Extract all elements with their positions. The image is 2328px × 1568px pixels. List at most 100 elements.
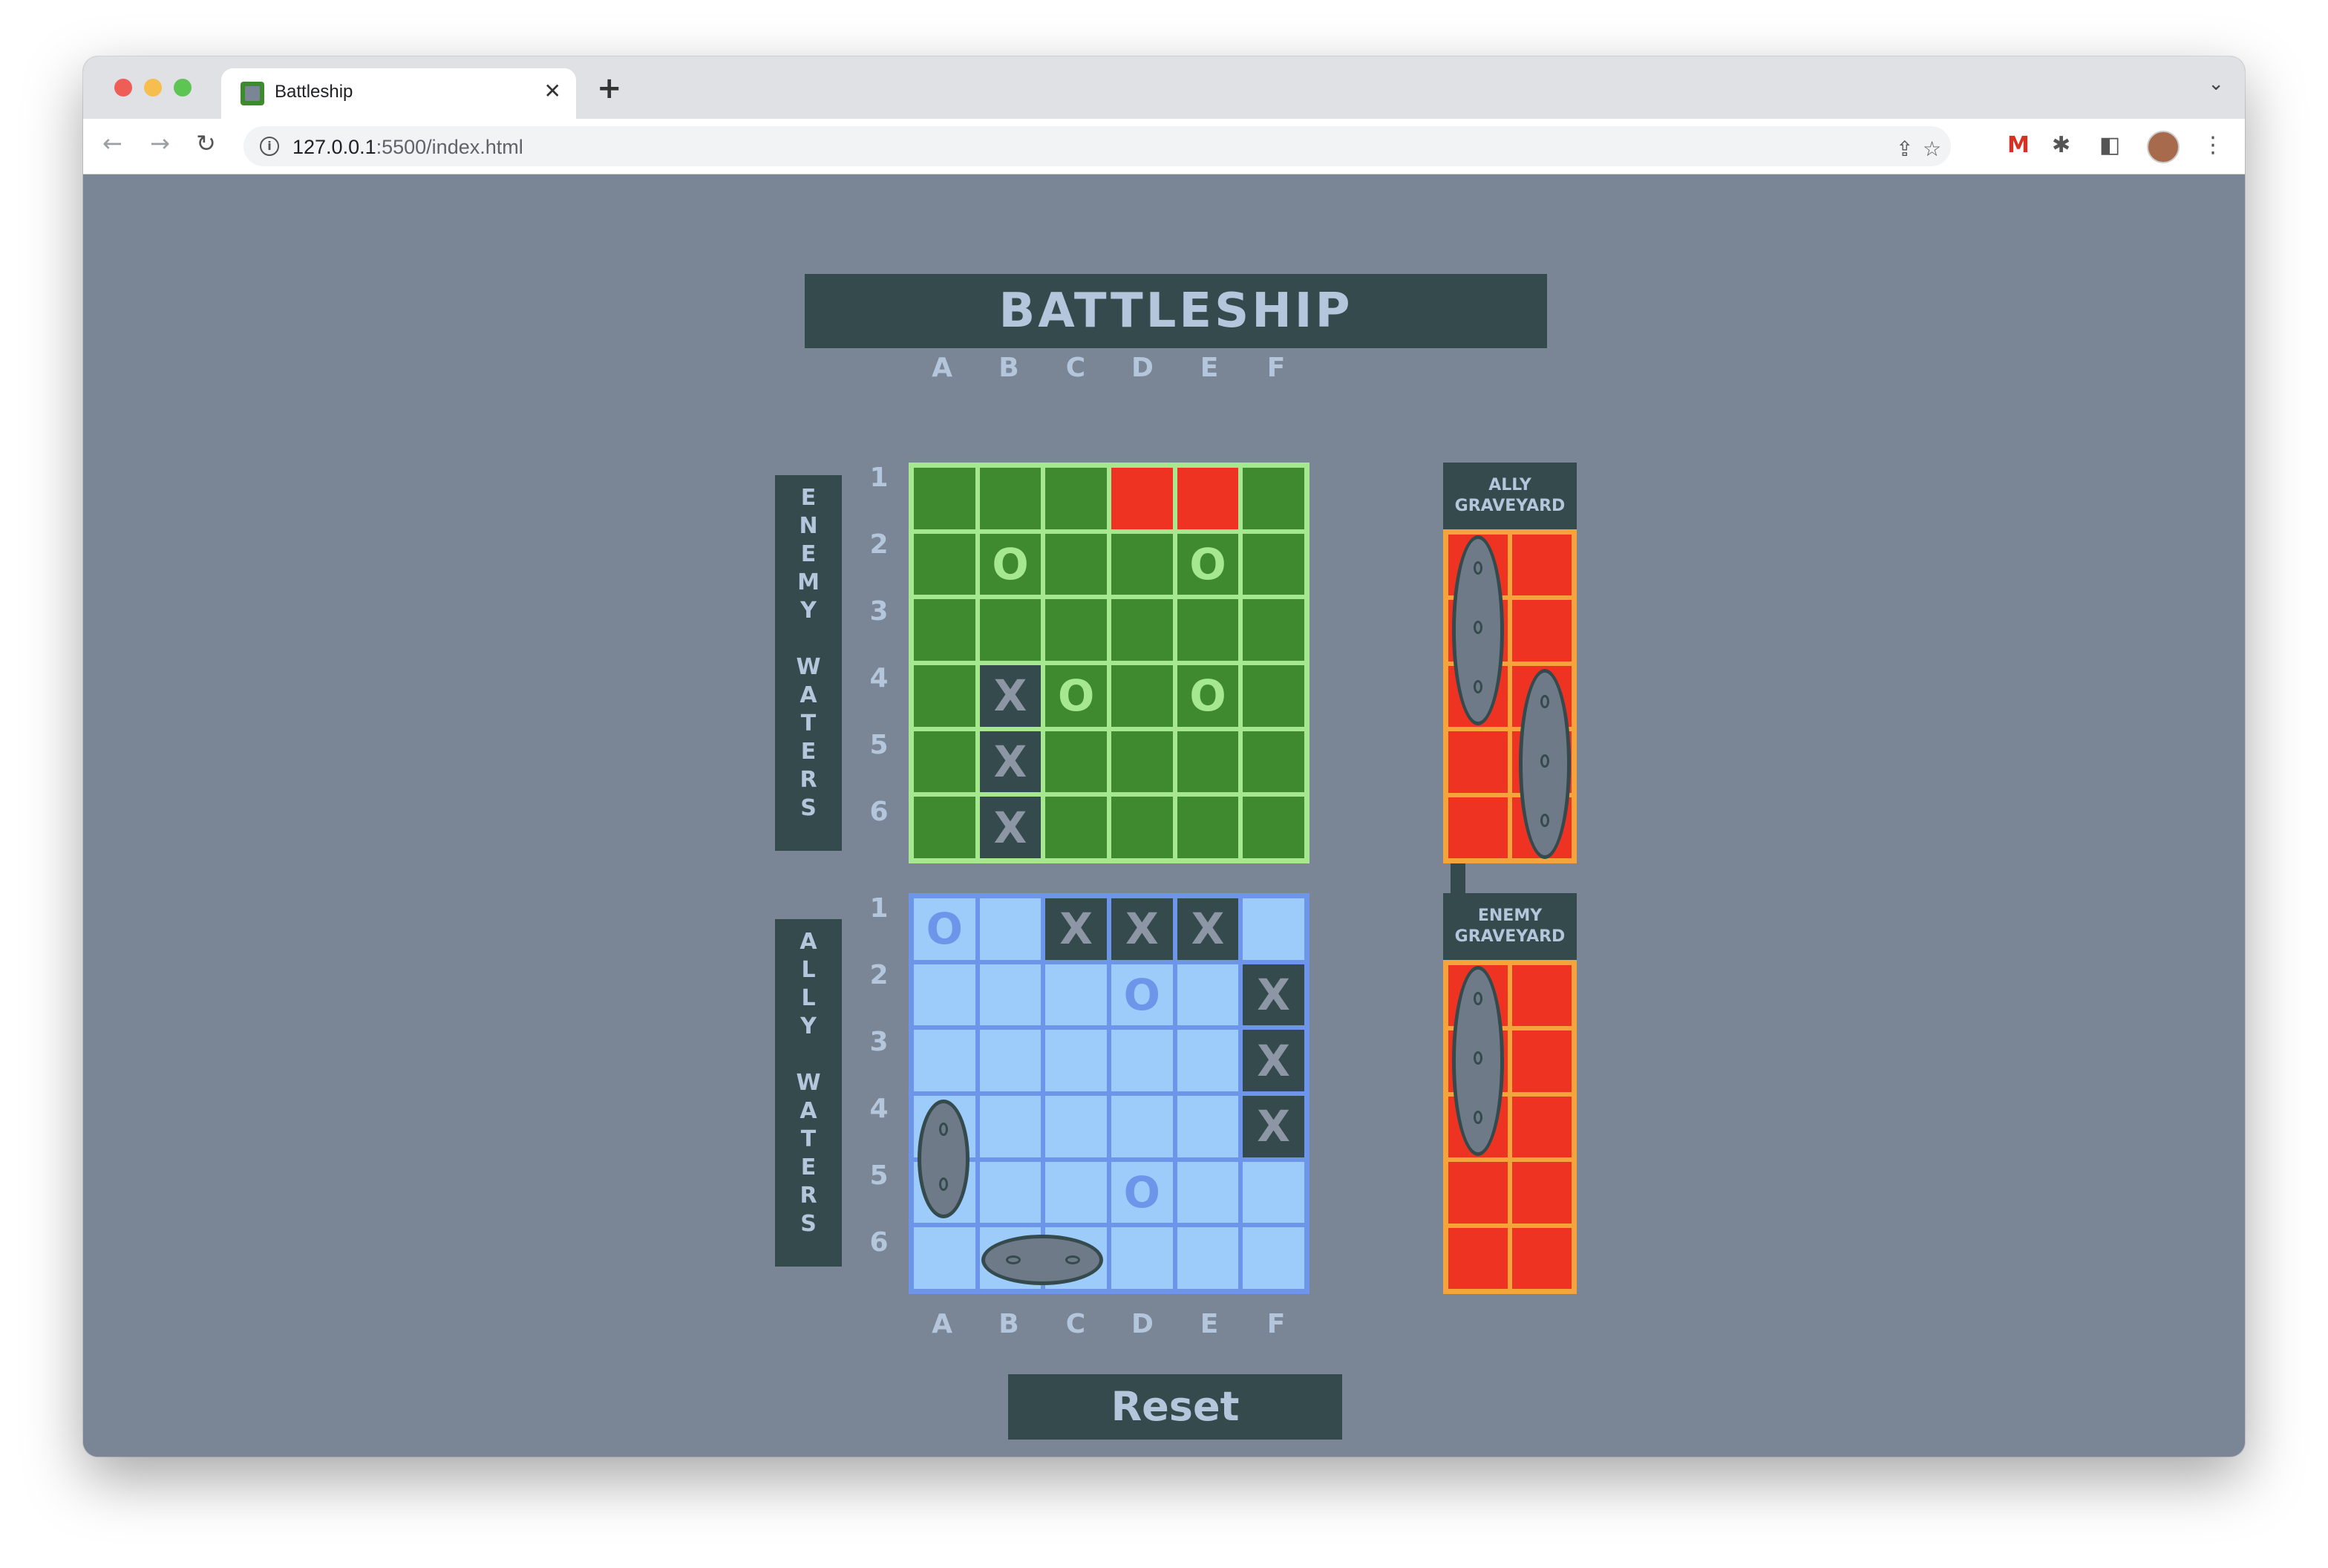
menu-kebab-icon[interactable]: ⋮ xyxy=(2202,132,2224,158)
minimize-window-button[interactable] xyxy=(144,79,162,97)
grid-cell-e5[interactable] xyxy=(1174,728,1241,795)
grid-cell-b3[interactable] xyxy=(977,597,1044,663)
grid-cell-a1[interactable]: O xyxy=(912,896,978,962)
grid-cell-a6[interactable] xyxy=(912,1225,978,1291)
grid-cell-d6[interactable] xyxy=(1108,1225,1175,1291)
grid-cell-d1[interactable]: X xyxy=(1108,896,1175,962)
grid-cell-a5[interactable] xyxy=(912,728,978,795)
grid-cell-d4[interactable] xyxy=(1108,1093,1175,1160)
grid-cell-d2[interactable]: O xyxy=(1108,961,1175,1028)
grid-cell-e1[interactable]: X xyxy=(1174,896,1241,962)
hit-mark: X xyxy=(993,736,1027,787)
grid-cell-c2[interactable] xyxy=(1043,531,1109,598)
reset-button[interactable]: Reset xyxy=(1008,1374,1342,1440)
tab-battleship[interactable]: Battleship ✕ xyxy=(221,68,576,119)
grid-cell-a1[interactable] xyxy=(912,466,978,532)
ship-hole xyxy=(1474,621,1482,634)
sidebar-icon[interactable]: ◧ xyxy=(2099,132,2120,158)
grid-cell-f5[interactable] xyxy=(1240,728,1307,795)
grid-cell-f6[interactable] xyxy=(1240,794,1307,860)
grid-cell-c3[interactable] xyxy=(1043,597,1109,663)
grid-cell-d5[interactable]: O xyxy=(1108,1159,1175,1226)
grid-cell-c3[interactable] xyxy=(1043,1028,1109,1094)
grid-cell-b5[interactable] xyxy=(977,1159,1044,1226)
grid-cell-e2[interactable] xyxy=(1174,961,1241,1028)
reload-icon[interactable]: ↻ xyxy=(196,129,216,157)
grid-cell-b2[interactable]: O xyxy=(977,531,1044,598)
grid-cell-b1[interactable] xyxy=(977,466,1044,532)
grid-cell-f4[interactable]: X xyxy=(1240,1093,1307,1160)
grid-cell-f3[interactable] xyxy=(1240,597,1307,663)
grid-cell-c1[interactable] xyxy=(1043,466,1109,532)
grid-cell-b1[interactable] xyxy=(977,896,1044,962)
col-label: E xyxy=(1200,1309,1219,1339)
ship-hole xyxy=(1540,754,1549,768)
grid-cell-e3[interactable] xyxy=(1174,1028,1241,1094)
grid-cell-f6[interactable] xyxy=(1240,1225,1307,1291)
forward-arrow-icon[interactable]: → xyxy=(150,129,170,157)
tab-close-icon[interactable]: ✕ xyxy=(544,79,561,103)
grid-cell-c4[interactable] xyxy=(1043,1093,1109,1160)
grid-cell-f5[interactable] xyxy=(1240,1159,1307,1226)
grid-cell-b3[interactable] xyxy=(977,1028,1044,1094)
grid-cell-a3[interactable] xyxy=(912,597,978,663)
grid-cell-c4[interactable]: O xyxy=(1043,662,1109,729)
grid-cell-e6[interactable] xyxy=(1174,1225,1241,1291)
grid-cell-d3[interactable] xyxy=(1108,597,1175,663)
grid-cell-f1[interactable] xyxy=(1240,896,1307,962)
grid-cell-d3[interactable] xyxy=(1108,1028,1175,1094)
grid-cell-b4[interactable] xyxy=(977,1093,1044,1160)
col-label: F xyxy=(1266,353,1286,383)
grid-cell-f1[interactable] xyxy=(1240,466,1307,532)
grid-cell-a4[interactable] xyxy=(912,662,978,729)
grid-cell-e3[interactable] xyxy=(1174,597,1241,663)
address-bar[interactable]: i 127.0.0.1:5500/index.html ⇪ ☆ xyxy=(243,126,1951,166)
grid-cell-b5[interactable]: X xyxy=(977,728,1044,795)
maximize-window-button[interactable] xyxy=(174,79,192,97)
grid-cell-f2[interactable]: X xyxy=(1240,961,1307,1028)
grid-cell-d2[interactable] xyxy=(1108,531,1175,598)
grid-cell-c1[interactable]: X xyxy=(1043,896,1109,962)
grid-cell-c5[interactable] xyxy=(1043,1159,1109,1226)
grid-cell-a6[interactable] xyxy=(912,794,978,860)
new-tab-button[interactable]: + xyxy=(597,71,622,105)
grid-cell-e2[interactable]: O xyxy=(1174,531,1241,598)
row-number: 6 xyxy=(869,797,889,827)
grid-cell-b6[interactable]: X xyxy=(977,794,1044,860)
side-label-char: W xyxy=(796,1070,821,1096)
grid-cell-b4[interactable]: X xyxy=(977,662,1044,729)
grid-cell-e1[interactable] xyxy=(1174,466,1241,532)
col-label: E xyxy=(1200,353,1219,383)
grid-cell-a2[interactable] xyxy=(912,961,978,1028)
miss-mark: O xyxy=(1189,538,1226,589)
grid-cell-d5[interactable] xyxy=(1108,728,1175,795)
site-info-icon[interactable]: i xyxy=(260,137,279,156)
row-number: 5 xyxy=(869,730,889,760)
grid-cell-f2[interactable] xyxy=(1240,531,1307,598)
gmail-icon[interactable]: M xyxy=(2007,132,2030,158)
extensions-icon[interactable]: ✱ xyxy=(2052,132,2070,158)
grid-cell-c5[interactable] xyxy=(1043,728,1109,795)
grid-cell-d4[interactable] xyxy=(1108,662,1175,729)
back-arrow-icon[interactable]: ← xyxy=(102,129,122,157)
grid-cell-f3[interactable]: X xyxy=(1240,1028,1307,1094)
grid-cell-c2[interactable] xyxy=(1043,961,1109,1028)
grid-cell-f4[interactable] xyxy=(1240,662,1307,729)
grid-cell-a3[interactable] xyxy=(912,1028,978,1094)
bookmark-star-icon[interactable]: ☆ xyxy=(1923,137,1941,161)
grid-cell-a2[interactable] xyxy=(912,531,978,598)
url-path: :5500/index.html xyxy=(376,136,523,158)
grid-cell-e4[interactable] xyxy=(1174,1093,1241,1160)
grid-cell-e5[interactable] xyxy=(1174,1159,1241,1226)
tab-search-icon[interactable]: ⌄ xyxy=(2208,73,2224,95)
grid-cell-b2[interactable] xyxy=(977,961,1044,1028)
grid-cell-d1[interactable] xyxy=(1108,466,1175,532)
grid-cell-c6[interactable] xyxy=(1043,794,1109,860)
profile-avatar[interactable] xyxy=(2147,131,2180,163)
grid-cell-e4[interactable]: O xyxy=(1174,662,1241,729)
grid-cell-e6[interactable] xyxy=(1174,794,1241,860)
close-window-button[interactable] xyxy=(114,79,132,97)
share-icon[interactable]: ⇪ xyxy=(1896,137,1913,161)
grid-cell-d6[interactable] xyxy=(1108,794,1175,860)
row-number: 5 xyxy=(869,1160,889,1191)
